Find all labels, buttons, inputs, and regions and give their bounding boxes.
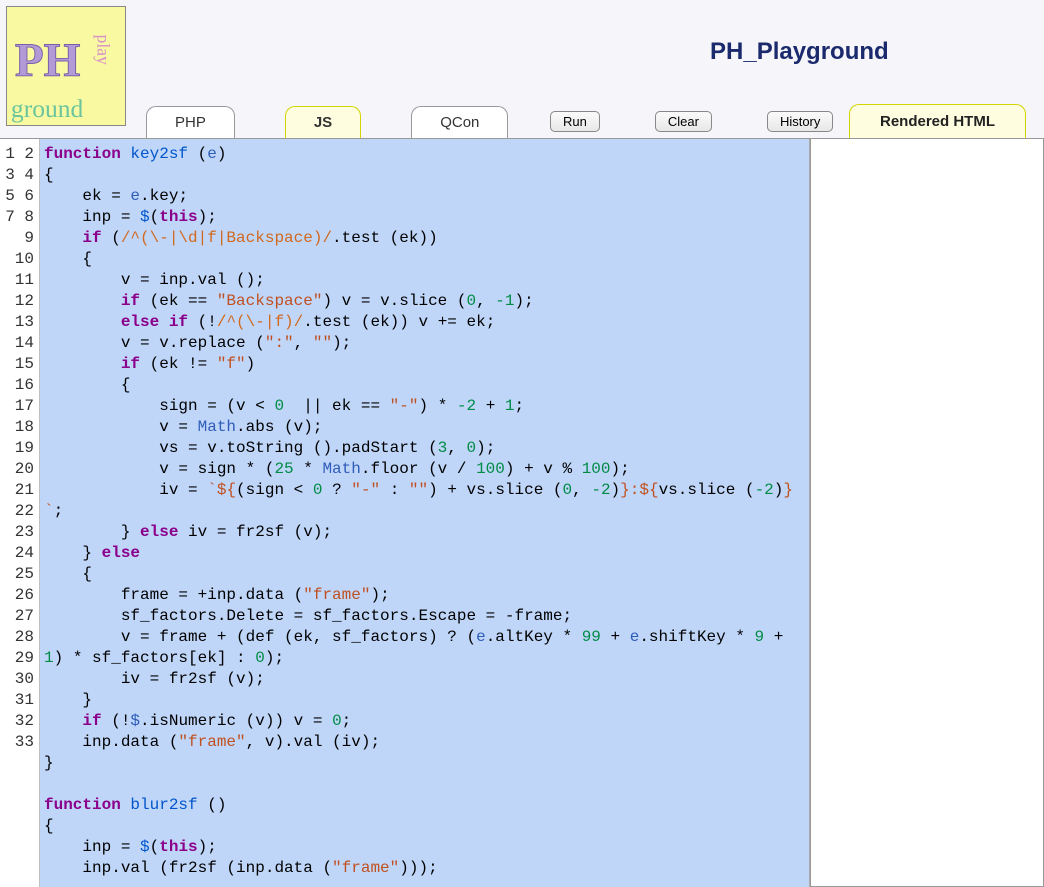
tab-qcon[interactable]: QCon <box>411 106 508 138</box>
svg-text:PH: PH <box>15 35 81 87</box>
tab-bar: PHP JS QCon <box>146 106 508 138</box>
rendered-output <box>810 139 1044 887</box>
logo: PH play ground <box>6 6 126 126</box>
page-title: PH_Playground <box>710 38 889 66</box>
header: PH play ground PH_Playground PHP JS QCon… <box>0 0 1044 138</box>
code-editor[interactable]: 1 2 3 4 5 6 7 8 9 10 11 12 13 14 15 16 1… <box>0 139 810 887</box>
line-gutter: 1 2 3 4 5 6 7 8 9 10 11 12 13 14 15 16 1… <box>0 139 40 887</box>
main: 1 2 3 4 5 6 7 8 9 10 11 12 13 14 15 16 1… <box>0 138 1044 887</box>
tab-rendered-html[interactable]: Rendered HTML <box>849 104 1026 138</box>
code-area[interactable]: function key2sf (e) { ek = e.key; inp = … <box>40 139 809 887</box>
history-button[interactable]: History <box>767 111 833 132</box>
svg-text:ground: ground <box>11 94 84 123</box>
svg-text:play: play <box>93 35 113 66</box>
run-button[interactable]: Run <box>550 111 600 132</box>
button-bar: Run Clear History <box>550 111 833 132</box>
tab-js[interactable]: JS <box>285 106 361 138</box>
tab-php[interactable]: PHP <box>146 106 235 138</box>
clear-button[interactable]: Clear <box>655 111 712 132</box>
